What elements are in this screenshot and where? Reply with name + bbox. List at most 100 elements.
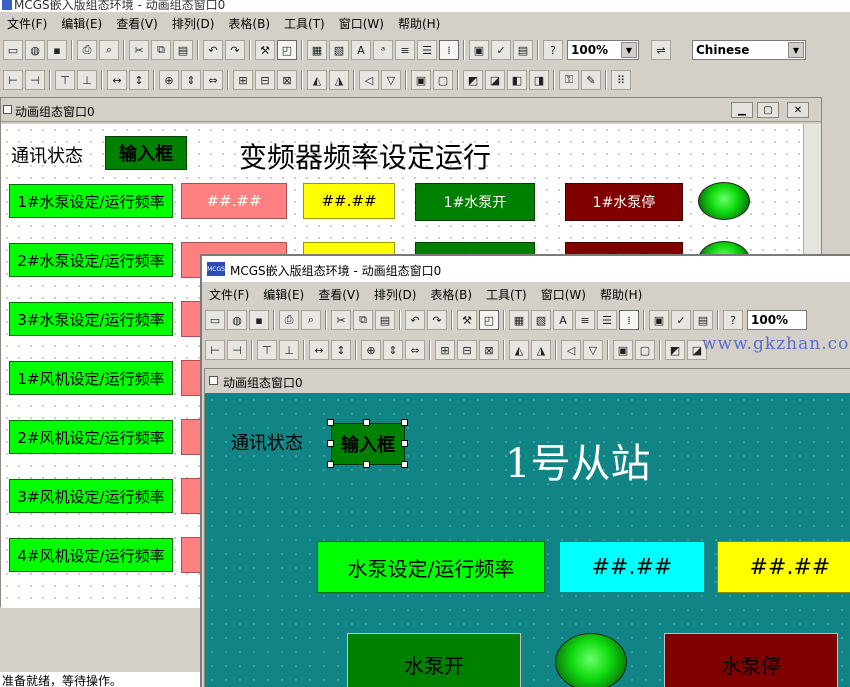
same-height-icon[interactable]: ↕	[331, 340, 351, 360]
redo-icon[interactable]: ↷	[427, 310, 447, 330]
pump-stop-button[interactable]: 水泵停	[664, 633, 838, 687]
distribute-icon[interactable]: ⊞	[233, 70, 253, 90]
lock-icon[interactable]: ⚿	[559, 70, 579, 90]
print-icon[interactable]: ⎙	[77, 40, 97, 60]
menu-file[interactable]: 文件(F)	[202, 286, 256, 303]
fill-color-icon[interactable]: ▦	[509, 310, 529, 330]
selection-handle[interactable]	[327, 461, 334, 468]
selection-handle[interactable]	[363, 461, 370, 468]
align-top-icon[interactable]: ⊤	[257, 340, 277, 360]
backward-icon[interactable]: ◨	[529, 70, 549, 90]
paste-icon[interactable]: ▤	[375, 310, 395, 330]
menu-view[interactable]: 查看(V)	[311, 286, 367, 303]
check-icon[interactable]: ✓	[491, 40, 511, 60]
send-back-icon[interactable]: ◪	[485, 70, 505, 90]
forward-icon[interactable]: ◧	[507, 70, 527, 90]
align-right-icon[interactable]: ⊣	[25, 70, 45, 90]
center-horizontal-icon[interactable]: ⇔	[203, 70, 223, 90]
properties-icon[interactable]: ▣	[649, 310, 669, 330]
distribute-h-icon[interactable]: ⊠	[479, 340, 499, 360]
selection-handle[interactable]	[401, 461, 408, 468]
minimize-icon[interactable]: ▁	[731, 102, 753, 118]
center-vertical-icon[interactable]: ⇕	[181, 70, 201, 90]
pump1-set-value[interactable]: ##.##	[181, 183, 287, 219]
align-left-icon[interactable]: ⊢	[3, 70, 23, 90]
selection-handle[interactable]	[401, 440, 408, 447]
distribute-h-icon[interactable]: ⊠	[277, 70, 297, 90]
save-icon[interactable]: ▪	[249, 310, 269, 330]
menu-arrange[interactable]: 排列(D)	[367, 286, 424, 303]
flip-h-icon[interactable]: ◁	[359, 70, 379, 90]
tools-icon[interactable]: ⚒	[255, 40, 275, 60]
undo-icon[interactable]: ↶	[405, 310, 425, 330]
close-icon[interactable]: ✕	[787, 102, 809, 118]
bring-front-icon[interactable]: ◩	[665, 340, 685, 360]
distribute-v-icon[interactable]: ⊟	[255, 70, 275, 90]
grid-align-icon[interactable]: ⠿	[611, 70, 631, 90]
design-canvas-teal[interactable]: 通讯状态 输入框 1号从站 水泵设定/运行频率 ##.## ##.## 水泵开 …	[205, 393, 850, 687]
flip-h-icon[interactable]: ◁	[561, 340, 581, 360]
font-color-icon[interactable]: A	[553, 310, 573, 330]
line-style-icon[interactable]: ≡	[575, 310, 595, 330]
print-preview-icon[interactable]: ⌕	[301, 310, 321, 330]
zoom-select[interactable]: 100% ▼	[567, 40, 639, 60]
menu-file[interactable]: 文件(F)	[0, 15, 54, 32]
line-color-icon[interactable]: ▧	[531, 310, 551, 330]
check-icon[interactable]: ✓	[671, 310, 691, 330]
rotate-left-icon[interactable]: ◭	[509, 340, 529, 360]
selection-handle[interactable]	[363, 419, 370, 426]
toolbox-icon[interactable]: ◰	[277, 40, 297, 60]
menu-help[interactable]: 帮助(H)	[593, 286, 649, 303]
pump-set-value[interactable]: ##.##	[559, 541, 705, 593]
copy-icon[interactable]: ⧉	[151, 40, 171, 60]
bring-front-icon[interactable]: ◩	[463, 70, 483, 90]
pump1-start-button[interactable]: 1#水泵开	[415, 183, 535, 221]
pump-start-button[interactable]: 水泵开	[347, 633, 521, 687]
group-icon[interactable]: ▣	[613, 340, 633, 360]
menu-table[interactable]: 表格(B)	[221, 15, 277, 32]
menu-window[interactable]: 窗口(W)	[332, 15, 391, 32]
flip-v-icon[interactable]: ▽	[381, 70, 401, 90]
distribute-icon[interactable]: ⊞	[435, 340, 455, 360]
help-cursor-icon[interactable]: ?	[543, 40, 563, 60]
properties-icon[interactable]: ▣	[469, 40, 489, 60]
tools-icon[interactable]: ⚒	[457, 310, 477, 330]
menu-edit[interactable]: 编辑(E)	[54, 15, 109, 32]
menu-view[interactable]: 查看(V)	[109, 15, 165, 32]
menu-help[interactable]: 帮助(H)	[391, 15, 447, 32]
fill-color-icon[interactable]: ▦	[307, 40, 327, 60]
toolbox-icon[interactable]: ◰	[479, 310, 499, 330]
comm-input-box[interactable]: 输入框	[331, 423, 405, 465]
copy-icon[interactable]: ⧉	[353, 310, 373, 330]
align-bottom-icon[interactable]: ⊥	[77, 70, 97, 90]
group-icon[interactable]: ▣	[411, 70, 431, 90]
print-preview-icon[interactable]: ⌕	[99, 40, 119, 60]
maximize-icon[interactable]: ▢	[757, 102, 779, 118]
print-icon[interactable]: ⎙	[279, 310, 299, 330]
align-bottom-icon[interactable]: ⊥	[279, 340, 299, 360]
align-right-icon[interactable]: ⊣	[227, 340, 247, 360]
font-icon[interactable]: ᵃ	[373, 40, 393, 60]
front-zoom-select[interactable]: 100%	[747, 310, 807, 330]
distribute-v-icon[interactable]: ⊟	[457, 340, 477, 360]
line-color-icon[interactable]: ▧	[329, 40, 349, 60]
menu-arrange[interactable]: 排列(D)	[165, 15, 222, 32]
list-icon[interactable]: ▤	[693, 310, 713, 330]
ungroup-icon[interactable]: ▢	[635, 340, 655, 360]
pump1-stop-button[interactable]: 1#水泵停	[565, 183, 683, 221]
menu-edit[interactable]: 编辑(E)	[256, 286, 311, 303]
open-icon[interactable]: ◍	[25, 40, 45, 60]
list-icon[interactable]: ▤	[513, 40, 533, 60]
ungroup-icon[interactable]: ▢	[433, 70, 453, 90]
selection-handle[interactable]	[401, 419, 408, 426]
menu-tools[interactable]: 工具(T)	[479, 286, 534, 303]
selection-handle[interactable]	[327, 419, 334, 426]
cut-icon[interactable]: ✂	[129, 40, 149, 60]
redo-icon[interactable]: ↷	[225, 40, 245, 60]
menu-table[interactable]: 表格(B)	[423, 286, 479, 303]
language-icon[interactable]: ⇌	[651, 40, 671, 60]
center-horizontal-icon[interactable]: ⇔	[405, 340, 425, 360]
line-style-icon[interactable]: ≡	[395, 40, 415, 60]
align-top-icon[interactable]: ⊤	[55, 70, 75, 90]
menu-tools[interactable]: 工具(T)	[277, 15, 332, 32]
